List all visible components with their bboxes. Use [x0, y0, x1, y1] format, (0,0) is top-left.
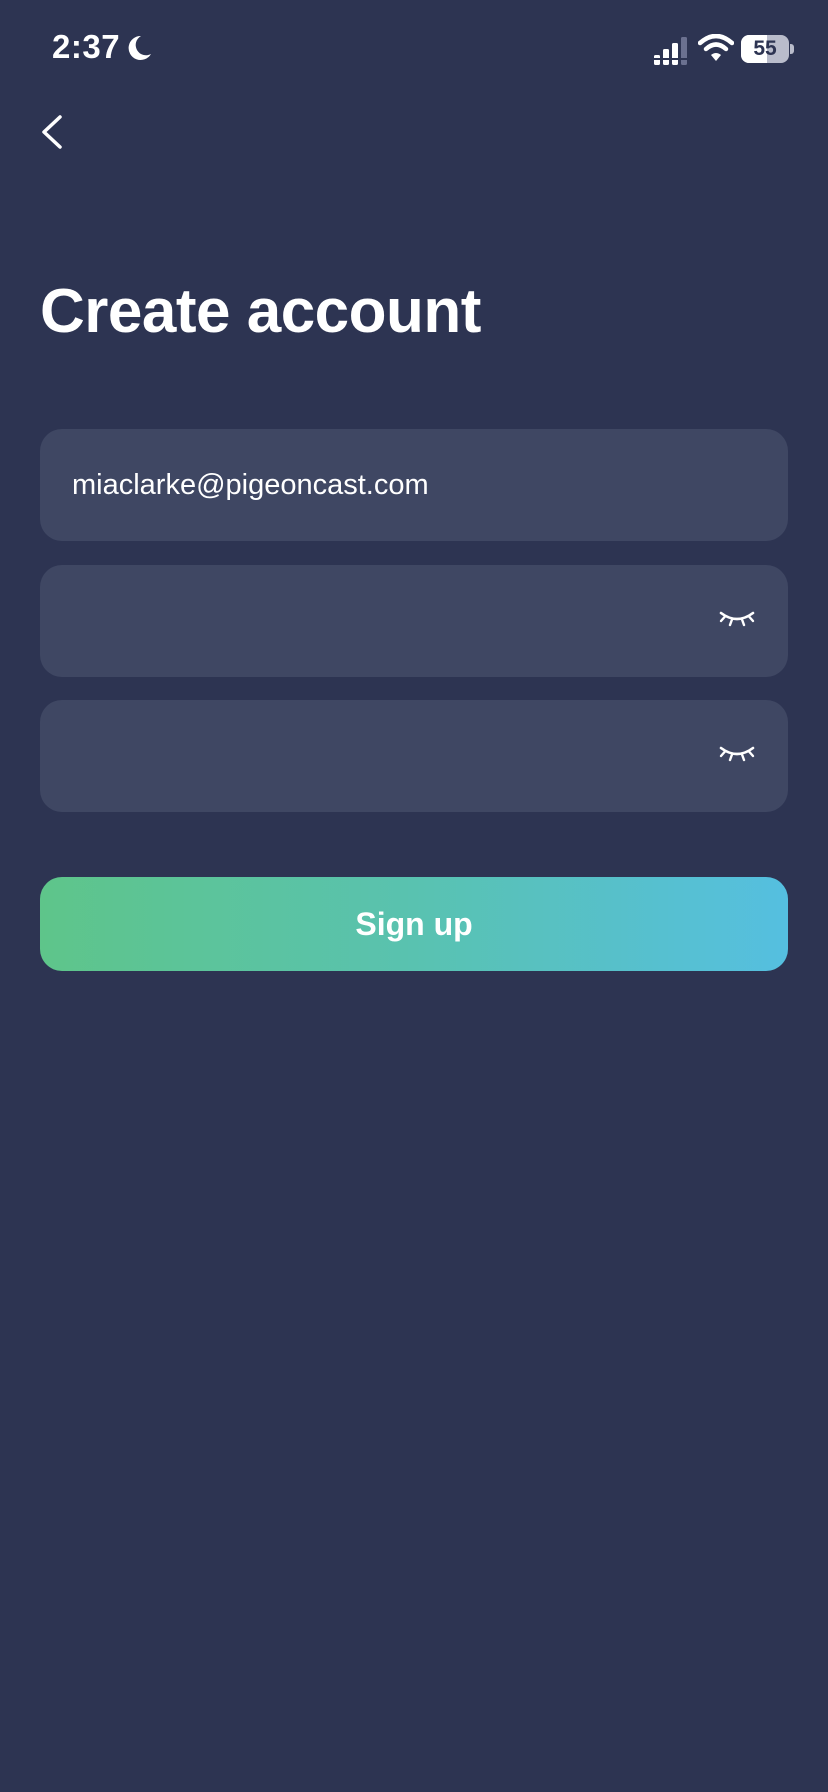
wifi-icon — [698, 34, 734, 61]
password-field[interactable] — [40, 565, 788, 677]
sign-up-button[interactable]: Sign up — [40, 877, 788, 971]
email-field[interactable] — [40, 429, 788, 541]
page-title: Create account — [40, 277, 481, 346]
eye-closed-icon[interactable] — [718, 740, 756, 766]
moon-icon — [128, 35, 151, 60]
confirm-password-field[interactable] — [40, 700, 788, 812]
battery-tip — [790, 44, 794, 54]
back-button[interactable] — [30, 104, 78, 160]
status-bar: 2:37 55 — [0, 0, 828, 100]
battery-level: 55 — [753, 37, 777, 60]
battery-icon: 55 — [741, 35, 789, 63]
chevron-left-icon — [42, 115, 62, 149]
signal-icon — [654, 37, 687, 65]
password-input[interactable] — [72, 565, 712, 677]
confirm-password-input[interactable] — [72, 700, 712, 812]
email-input[interactable] — [72, 429, 712, 541]
eye-closed-icon[interactable] — [718, 605, 756, 631]
status-time: 2:37 — [52, 28, 121, 65]
